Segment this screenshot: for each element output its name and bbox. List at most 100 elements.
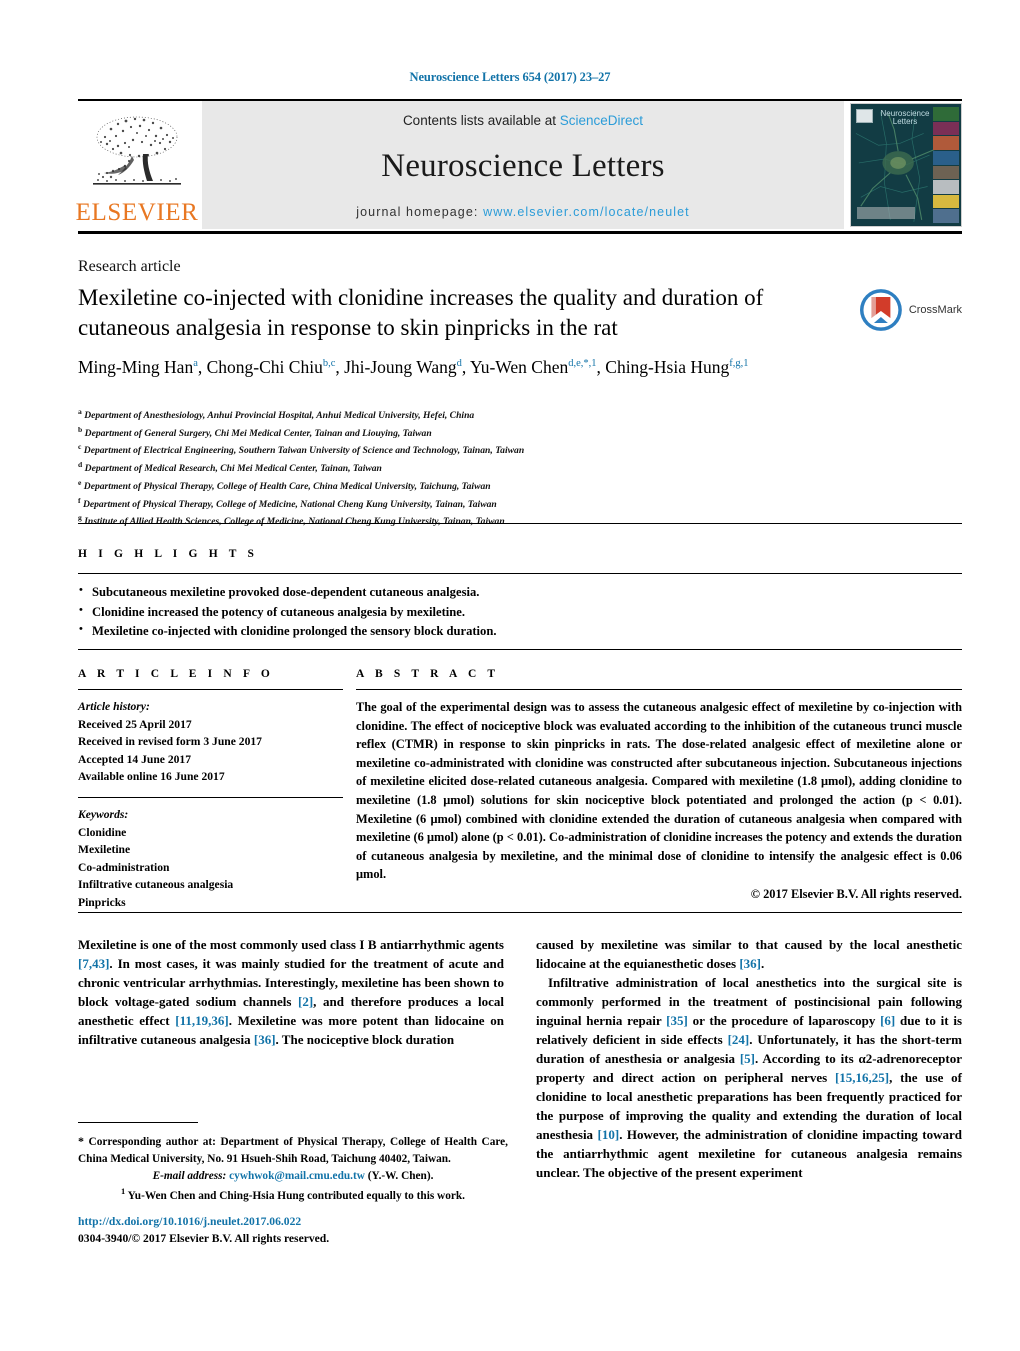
- cover-badge-icon: [856, 109, 873, 123]
- cover-cell: [933, 136, 959, 150]
- email-link[interactable]: cywhwok@mail.cmu.edu.tw: [229, 1170, 365, 1182]
- cover-journal-title: Neuroscience Letters: [880, 109, 930, 127]
- body-paragraph: Mexiletine is one of the most commonly u…: [78, 937, 504, 1047]
- cover-cell: [933, 165, 959, 180]
- keyword-item: Pinpricks: [78, 896, 126, 910]
- article-info-column: A R T I C L E I N F O Article history: R…: [78, 668, 343, 912]
- history-item: Received in revised form 3 June 2017: [78, 735, 262, 749]
- affiliation-text: Department of Physical Therapy, College …: [83, 481, 491, 493]
- journal-band: Contents lists available at ScienceDirec…: [202, 101, 844, 229]
- highlights-bottom-rule: [78, 649, 962, 650]
- history-item: Received 25 April 2017: [78, 717, 192, 731]
- footer-block: http://dx.doi.org/10.1016/j.neulet.2017.…: [78, 1214, 508, 1248]
- highlights-mid-rule: [78, 573, 962, 574]
- affiliation-text: Department of General Surgery, Chi Mei M…: [84, 427, 432, 439]
- abstract-column: A B S T R A C T The goal of the experime…: [356, 668, 962, 902]
- author-list: Ming-Ming Hana, Chong-Chi Chiub,c, Jhi-J…: [78, 357, 749, 377]
- cover-cell: [933, 107, 959, 121]
- homepage-prefix: journal homepage:: [356, 205, 484, 219]
- sciencedirect-link[interactable]: ScienceDirect: [560, 113, 643, 128]
- affiliation-text: Department of Medical Research, Chi Mei …: [84, 463, 382, 475]
- abstract-rule: [356, 689, 962, 690]
- affiliation-mark: g: [78, 513, 82, 523]
- journal-homepage-link[interactable]: www.elsevier.com/locate/neulet: [483, 205, 690, 219]
- affiliation-text: Institute of Allied Health Sciences, Col…: [84, 516, 505, 528]
- affiliation-text: Department of Physical Therapy, College …: [82, 498, 497, 510]
- email-note: E-mail address: cywhwok@mail.cmu.edu.tw …: [78, 1168, 508, 1185]
- doi-link[interactable]: http://dx.doi.org/10.1016/j.neulet.2017.…: [78, 1214, 508, 1231]
- affiliation-item: b Department of General Surgery, Chi Mei…: [78, 424, 878, 442]
- affiliation-mark: d: [78, 460, 83, 470]
- history-item: Accepted 14 June 2017: [78, 752, 192, 766]
- affiliation-item: a Department of Anesthesiology, Anhui Pr…: [78, 406, 878, 424]
- abstract-copyright: © 2017 Elsevier B.V. All rights reserved…: [750, 887, 962, 902]
- cover-cell: [933, 180, 959, 194]
- article-info-heading: A R T I C L E I N F O: [78, 668, 274, 680]
- running-head: Neuroscience Letters 654 (2017) 23–27: [409, 70, 611, 84]
- abstract-heading: A B S T R A C T: [356, 668, 500, 680]
- affiliation-mark: f: [78, 495, 81, 505]
- crossmark-label: CrossMark: [908, 304, 962, 316]
- keyword-item: Clonidine: [78, 825, 127, 839]
- corresponding-author-note: * Corresponding author at: Department of…: [78, 1134, 508, 1165]
- history-item: Available online 16 June 2017: [78, 770, 225, 784]
- masthead-bottom-rule: [78, 231, 962, 234]
- abstract-text: The goal of the experimental design was …: [356, 700, 962, 882]
- highlights-heading: H I G H L I G H T S: [78, 548, 259, 560]
- cover-cell: [933, 209, 959, 223]
- cover-cell: [933, 121, 959, 136]
- affiliation-text: Department of Anesthesiology, Anhui Prov…: [84, 410, 475, 422]
- body-paragraph: Infiltrative administration of local ane…: [536, 974, 963, 1180]
- footnote-block: * Corresponding author at: Department of…: [78, 1132, 508, 1205]
- keywords-label: Keywords:: [78, 808, 129, 822]
- body-column-right: caused by mexiletine was similar to that…: [536, 936, 962, 1183]
- cover-footer-bar: [857, 207, 915, 219]
- abstract-bottom-rule: [78, 912, 962, 913]
- affiliation-mark: e: [78, 477, 82, 487]
- article-type: Research article: [78, 258, 181, 275]
- affiliation-mark: b: [78, 424, 83, 434]
- keyword-item: Mexiletine: [78, 843, 131, 857]
- cover-thumbnail-strip: [933, 107, 959, 223]
- affiliation-mark: c: [78, 442, 82, 452]
- elsevier-wordmark: ELSEVIER: [75, 199, 199, 226]
- affiliation-mark: a: [78, 407, 82, 416]
- article-info-rule: [78, 689, 343, 690]
- contents-prefix: Contents lists available at: [402, 113, 560, 128]
- elsevier-tree-icon: [93, 116, 181, 185]
- article-history-label: Article history:: [78, 700, 150, 713]
- crossmark-icon: [859, 289, 902, 331]
- highlight-item: Clonidine increased the potency of cutan…: [78, 602, 778, 623]
- body-column-left: Mexiletine is one of the most commonly u…: [78, 936, 504, 1050]
- contents-line: Contents lists available at ScienceDirec…: [403, 113, 643, 128]
- highlight-item: Subcutaneous mexiletine provoked dose-de…: [78, 582, 778, 603]
- affiliation-item: c Department of Electrical Engineering, …: [78, 441, 878, 459]
- elsevier-logo: ELSEVIER: [75, 101, 199, 229]
- keyword-item: Infiltrative cutaneous analgesia: [78, 878, 234, 892]
- body-paragraph: caused by mexiletine was similar to that…: [536, 937, 962, 971]
- highlight-item: Mexiletine co-injected with clonidine pr…: [78, 621, 778, 642]
- affiliation-item: d Department of Medical Research, Chi Me…: [78, 459, 878, 477]
- keyword-item: Co-administration: [78, 860, 170, 874]
- article-history-block: Article history: Received 25 April 2017 …: [78, 698, 343, 786]
- cover-cell: [933, 194, 959, 209]
- highlights-top-rule: [78, 523, 962, 524]
- affiliation-item: f Department of Physical Therapy, Colleg…: [78, 495, 878, 513]
- article-info-separator: [78, 797, 343, 799]
- highlights-list: Subcutaneous mexiletine provoked dose-de…: [78, 582, 778, 642]
- equal-contribution-note: 1 Yu-Wen Chen and Ching-Hsia Hung contri…: [121, 1185, 465, 1202]
- cover-cell: [933, 150, 959, 165]
- issn-copyright: 0304-3940/© 2017 Elsevier B.V. All right…: [78, 1231, 330, 1245]
- journal-title: Neuroscience Letters: [381, 148, 665, 184]
- journal-cover-thumbnail: Neuroscience Letters: [850, 103, 962, 227]
- article-page: Neuroscience Letters 654 (2017) 23–27 EL…: [0, 0, 1020, 1351]
- affiliation-item: g Institute of Allied Health Sciences, C…: [78, 512, 878, 530]
- affiliation-list: a Department of Anesthesiology, Anhui Pr…: [78, 406, 878, 530]
- journal-masthead: ELSEVIER Contents lists available at Sci…: [75, 99, 962, 229]
- email-suffix: (Y.-W. Chen).: [367, 1169, 434, 1182]
- email-label: E-mail address:: [152, 1169, 227, 1182]
- journal-homepage-line: journal homepage: www.elsevier.com/locat…: [356, 205, 690, 219]
- affiliation-item: e Department of Physical Therapy, Colleg…: [78, 477, 878, 495]
- keywords-block: Keywords: Clonidine Mexiletine Co-admini…: [78, 806, 343, 912]
- crossmark-badge[interactable]: CrossMark: [858, 284, 962, 336]
